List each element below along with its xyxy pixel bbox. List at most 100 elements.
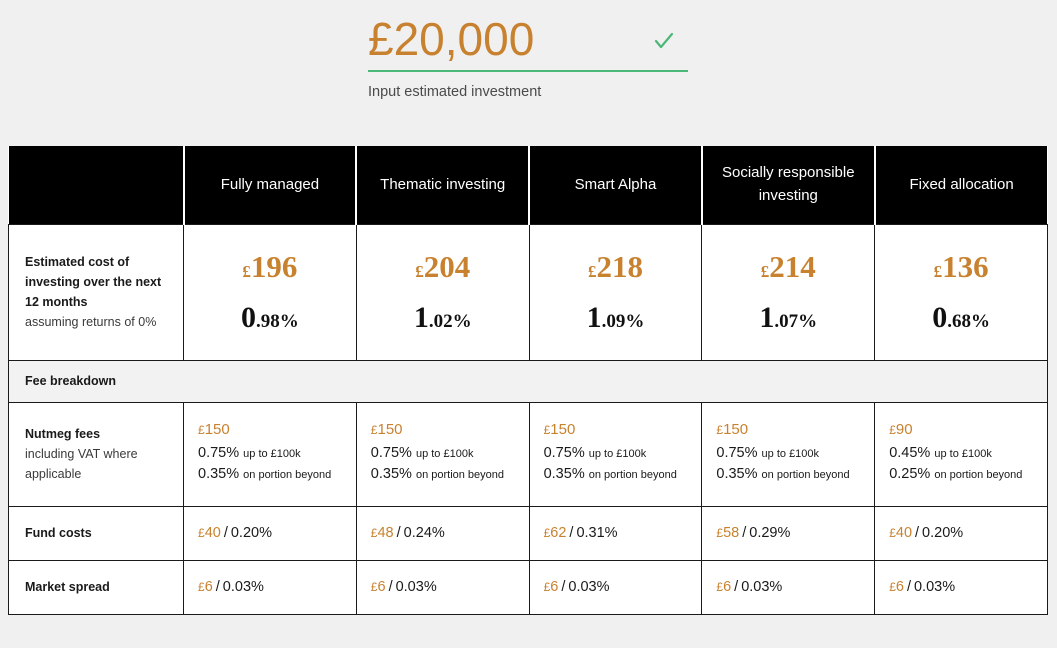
nutmeg-cell-fully-managed: £150 0.75% up to £100k 0.35% on portion … <box>183 401 357 507</box>
cost-cell-fully-managed: £196 0.98% <box>183 223 357 361</box>
cost-percent-big: 0 <box>241 300 257 334</box>
investment-amount-row[interactable]: £20,000 <box>368 8 688 70</box>
nutmeg-tier-1: 0.75% up to £100k <box>198 445 342 461</box>
table-row-estimated-cost: Estimated cost of investing over the nex… <box>8 223 1048 361</box>
header-cell-fixed-allocation: Fixed allocation <box>874 146 1048 224</box>
nutmeg-amount: £150 <box>716 421 860 438</box>
cost-amount-value: 214 <box>769 249 816 285</box>
investment-amount-value[interactable]: £20,000 <box>368 8 534 70</box>
nutmeg-amount-value: 150 <box>377 421 403 438</box>
value-separator: / <box>569 525 574 541</box>
cost-percent-big: 1 <box>413 300 429 334</box>
nutmeg-tier-2-note: on portion beyond <box>243 469 332 481</box>
nutmeg-fees-label-strong: Nutmeg fees <box>25 426 101 441</box>
currency-symbol: £ <box>415 262 424 282</box>
market-spread-money: £6 <box>889 579 904 595</box>
market-spread-money: £6 <box>544 579 559 595</box>
table-row-market-spread: Market spread £6/0.03% £6/0.03% £6/0.03%… <box>8 559 1048 615</box>
cost-percent-small: .09% <box>601 310 645 332</box>
cost-percent-small: .07% <box>774 310 818 332</box>
nutmeg-tier-2-note: on portion beyond <box>934 469 1023 481</box>
row-label-nutmeg-fees: Nutmeg fees including VAT where applicab… <box>8 401 184 507</box>
cost-amount-value: 136 <box>942 249 989 285</box>
nutmeg-cell-fixed-allocation: £90 0.45% up to £100k 0.25% on portion b… <box>874 401 1048 507</box>
header-cell-fully-managed: Fully managed <box>183 146 358 224</box>
estimated-cost-label-strong: Estimated cost of investing over the nex… <box>25 254 162 310</box>
nutmeg-tier-2: 0.25% on portion beyond <box>889 466 1033 482</box>
market-spread-money: £6 <box>198 579 213 595</box>
cost-percent: 0.68% <box>889 301 1033 334</box>
market-spread-pct: 0.03% <box>913 579 956 595</box>
fund-costs-cell-fixed-allocation: £40/0.20% <box>874 505 1048 561</box>
cost-cell-thematic-investing: £204 1.02% <box>355 223 530 361</box>
market-spread-amount: 6 <box>723 579 732 595</box>
market-spread-cell-fully-managed: £6/0.03% <box>183 559 357 615</box>
fund-costs-amount: 62 <box>550 525 567 541</box>
cost-amount: £136 <box>889 250 1033 284</box>
nutmeg-amount-value: 90 <box>895 421 913 438</box>
cost-percent-big: 1 <box>586 300 602 334</box>
table-header: Fully managed Thematic investing Smart A… <box>8 146 1048 224</box>
nutmeg-tier-2-pct: 0.35% <box>198 466 240 482</box>
fees-table-wrapper: Fully managed Thematic investing Smart A… <box>8 146 1048 615</box>
market-spread-money: £6 <box>716 579 731 595</box>
nutmeg-amount-value: 150 <box>723 421 749 438</box>
row-label-market-spread: Market spread <box>8 559 184 615</box>
cost-cell-smart-alpha: £218 1.09% <box>528 223 703 361</box>
value-separator: / <box>561 579 566 595</box>
header-cell-socially-responsible-investing: Socially responsible investing <box>701 146 876 224</box>
cost-percent: 1.09% <box>544 301 688 334</box>
nutmeg-amount: £150 <box>544 421 688 438</box>
nutmeg-tier-1-note: up to £100k <box>934 448 992 460</box>
table-body: Estimated cost of investing over the nex… <box>8 223 1048 615</box>
currency-symbol: £ <box>198 423 205 437</box>
market-spread-cell-smart-alpha: £6/0.03% <box>528 559 703 615</box>
value-separator: / <box>906 579 911 595</box>
investment-input-wrapper: £20,000 Input estimated investment <box>368 8 688 100</box>
market-spread-pct: 0.03% <box>222 579 264 595</box>
cost-percent: 0.98% <box>198 301 342 334</box>
nutmeg-tier-1-pct: 0.75% <box>543 445 585 461</box>
input-underline <box>368 70 688 72</box>
market-spread-value: £6/0.03% <box>198 579 342 595</box>
market-spread-amount: 6 <box>377 579 386 595</box>
cost-percent-big: 1 <box>759 300 775 334</box>
input-helper-label: Input estimated investment <box>368 84 542 100</box>
cost-percent: 1.07% <box>716 301 860 334</box>
cost-amount-value: 196 <box>250 249 298 285</box>
fund-costs-value: £40/0.20% <box>198 525 342 541</box>
nutmeg-tier-2-pct: 0.35% <box>370 466 412 482</box>
fund-costs-cell-socially-responsible-investing: £58/0.29% <box>701 505 876 561</box>
nutmeg-amount-value: 150 <box>550 421 576 438</box>
nutmeg-tier-1-note: up to £100k <box>415 448 474 460</box>
cost-percent-small: .02% <box>428 310 472 332</box>
check-icon <box>653 30 675 52</box>
header-cell-smart-alpha: Smart Alpha <box>529 146 703 224</box>
value-separator: / <box>742 525 747 541</box>
nutmeg-tier-2: 0.35% on portion beyond <box>198 466 342 482</box>
currency-symbol: £ <box>242 262 251 282</box>
fund-costs-value: £40/0.20% <box>889 525 1033 541</box>
nutmeg-tier-1-pct: 0.45% <box>889 445 931 461</box>
nutmeg-cell-thematic-investing: £150 0.75% up to £100k 0.35% on portion … <box>355 401 530 507</box>
fund-costs-money: £62 <box>544 525 567 541</box>
currency-symbol: £ <box>889 580 896 594</box>
market-spread-value: £6/0.03% <box>371 579 515 595</box>
cost-percent-small: .68% <box>947 310 990 332</box>
table-row-fund-costs: Fund costs £40/0.20% £48/0.24% £62/0.31%… <box>8 505 1048 561</box>
value-separator: / <box>223 525 228 541</box>
nutmeg-tier-2: 0.35% on portion beyond <box>371 466 515 482</box>
market-spread-value: £6/0.03% <box>889 579 1033 595</box>
fund-costs-pct: 0.20% <box>922 525 964 541</box>
fund-costs-value: £62/0.31% <box>544 525 688 541</box>
currency-symbol: £ <box>760 262 770 282</box>
nutmeg-amount: £90 <box>889 421 1033 438</box>
value-separator: / <box>915 525 920 541</box>
currency-symbol: £ <box>198 526 205 540</box>
value-separator: / <box>396 525 401 541</box>
nutmeg-tier-1: 0.75% up to £100k <box>544 445 688 461</box>
nutmeg-amount: £150 <box>198 421 342 438</box>
market-spread-amount: 6 <box>895 579 904 595</box>
nutmeg-tier-2-pct: 0.35% <box>543 466 585 482</box>
market-spread-pct: 0.03% <box>568 579 610 595</box>
